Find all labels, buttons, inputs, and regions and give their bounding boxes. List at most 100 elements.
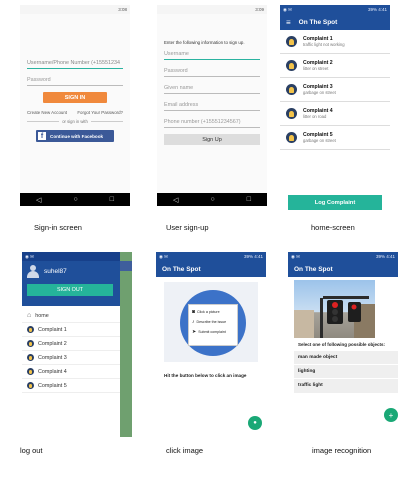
card-item: ◙ Click a picture (192, 309, 234, 315)
complaint-subtitle: litter on road (303, 114, 327, 120)
phone-field[interactable]: Phone number (+15551234567) (164, 117, 260, 128)
app-title: On The Spot (162, 265, 201, 273)
bulb-icon (286, 84, 297, 95)
logout-screen: ◉ ✉ suhel87 SIGN OUT ⌂ home Complaint 1 C… (22, 252, 132, 437)
card-item-label: Describe the issue (196, 320, 227, 324)
email-field[interactable]: Email address (164, 100, 260, 111)
bulb-icon (27, 326, 34, 333)
caption-home: home-screen (311, 223, 355, 232)
send-icon: ➤ (192, 329, 197, 335)
click-image-screen: ◉ ✉ 39% 4:41 On The Spot ◙ Click a picture… (156, 252, 266, 435)
camera-icon: ● (253, 420, 257, 426)
signout-button[interactable]: SIGN OUT (27, 284, 113, 296)
bulb-icon (286, 108, 297, 119)
caption-recognition: image recognition (312, 446, 372, 455)
status-time: 3:09 (255, 7, 264, 12)
complaint-item[interactable]: Complaint 3 garbage on street (280, 78, 390, 102)
home-icon[interactable]: ○ (73, 196, 77, 203)
drawer-item-complaint[interactable]: Complaint 3 (22, 351, 120, 365)
bulb-icon (286, 132, 297, 143)
bulb-icon (27, 382, 34, 389)
captured-photo (294, 280, 375, 338)
bulb-icon (286, 36, 297, 47)
drawer-item-label: Complaint 4 (38, 368, 67, 375)
forgot-password-link[interactable]: Forgot Your Password? (77, 110, 123, 115)
complaint-item[interactable]: Complaint 5 garbage on street (280, 126, 390, 150)
caption-signup: User sign-up (166, 223, 209, 232)
signup-instruction: Enter the following information to sign … (164, 40, 245, 45)
camera-icon: ◙ (192, 309, 196, 315)
signin-button[interactable]: SIGN IN (43, 92, 107, 103)
drawer-username: suhel87 (44, 268, 67, 275)
complaint-subtitle: garbage on street (303, 90, 336, 96)
bulb-icon (27, 340, 34, 347)
drawer-item-label: Complaint 1 (38, 326, 67, 333)
drawer-item-label: Complaint 5 (38, 382, 67, 389)
card-item: ➤ Submit complaint (192, 329, 234, 335)
complaint-subtitle: litter on street (303, 66, 329, 72)
password-field[interactable]: Password (164, 66, 260, 77)
drawer-item-complaint[interactable]: Complaint 5 (22, 379, 120, 393)
recents-icon[interactable]: □ (110, 196, 114, 203)
create-account-link[interactable]: Create New Account (27, 110, 67, 115)
drawer-item-complaint[interactable]: Complaint 2 (22, 337, 120, 351)
app-bar: On The Spot (288, 261, 398, 277)
app-title: On The Spot (294, 265, 333, 273)
given-name-field[interactable]: Given name (164, 83, 260, 94)
nav-bar: ◁ ○ □ (20, 193, 130, 206)
card-item-label: Submit complaint (198, 330, 226, 334)
app-title: On The Spot (298, 18, 338, 26)
facebook-button[interactable]: f Continue with Facebook (36, 130, 114, 142)
camera-fab[interactable]: ● (248, 416, 262, 430)
back-icon[interactable]: ◁ (173, 196, 178, 204)
app-bar: ≡ On The Spot (280, 14, 390, 30)
option-item[interactable]: man made object (294, 351, 398, 365)
add-icon: + (388, 410, 394, 420)
status-bar: ◉ ✉ 39% 4:41 (156, 252, 266, 261)
bulb-icon (27, 354, 34, 361)
drawer-item-complaint[interactable]: Complaint 4 (22, 365, 120, 379)
app-bar: On The Spot (156, 261, 266, 277)
password-field[interactable]: Password (27, 75, 123, 86)
menu-icon[interactable]: ≡ (286, 18, 291, 27)
add-fab[interactable]: + (384, 408, 398, 422)
nav-bar: ◁ ○ □ (157, 193, 267, 206)
home-screen: ◉ ✉ 39% 4:41 ≡ On The Spot Complaint 1 tra… (280, 5, 390, 215)
complaint-subtitle: garbage on street (303, 138, 336, 144)
complaint-item[interactable]: Complaint 1 traffic light not working (280, 30, 390, 54)
drawer-item-label: Complaint 3 (38, 354, 67, 361)
drawer-item-label: Complaint 2 (38, 340, 67, 347)
status-bar: 3:08 (20, 5, 130, 14)
log-complaint-button[interactable]: Log Complaint (288, 195, 382, 210)
hint-text: Hit the button below to click an image (164, 373, 247, 378)
home-icon[interactable]: ○ (210, 196, 214, 203)
divider (27, 121, 60, 122)
status-time: 39% 4:41 (375, 254, 395, 259)
status-time: 39% 4:41 (243, 254, 263, 259)
card-item: ♪ Describe the issue (192, 319, 234, 325)
drawer-item-home[interactable]: ⌂ home (22, 309, 120, 323)
caption-signin: Sign-in screen (34, 223, 82, 232)
signup-button[interactable]: Sign Up (164, 134, 260, 145)
username-field[interactable]: Username/Phone Number (+15551234 (27, 58, 123, 69)
recents-icon[interactable]: □ (247, 196, 251, 203)
navigation-drawer: ◉ ✉ suhel87 SIGN OUT ⌂ home Complaint 1 C… (22, 252, 120, 437)
option-list: man made object lighting traffic light (294, 351, 398, 393)
illustration-card: ◙ Click a picture ♪ Describe the issue ➤ Su… (188, 304, 238, 346)
drawer-header: suhel87 SIGN OUT (22, 261, 120, 306)
traffic-light-photo (294, 296, 375, 338)
facebook-icon: f (38, 132, 46, 140)
or-sign-in-with: or sign in with (62, 119, 88, 124)
scrim-appbar (120, 261, 132, 271)
option-item[interactable]: traffic light (294, 379, 398, 393)
complaint-item[interactable]: Complaint 4 litter on road (280, 102, 390, 126)
status-bar: ◉ ✉ (22, 252, 120, 261)
back-icon[interactable]: ◁ (36, 196, 41, 204)
complaint-item[interactable]: Complaint 2 litter on street (280, 54, 390, 78)
username-field[interactable]: Username (164, 49, 260, 60)
facebook-button-label: Continue with Facebook (50, 133, 104, 139)
drawer-item-label: home (35, 312, 49, 319)
drawer-item-complaint[interactable]: Complaint 1 (22, 323, 120, 337)
option-item[interactable]: lighting (294, 365, 398, 379)
microphone-icon: ♪ (192, 319, 195, 325)
